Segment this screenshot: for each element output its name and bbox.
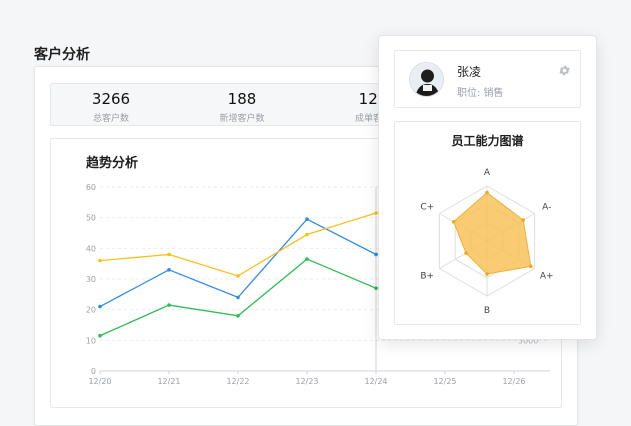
radar-point <box>521 218 525 222</box>
radar-axis-label: A+ <box>540 272 554 282</box>
radar-axis-label: B <box>484 306 490 316</box>
radar-point <box>529 264 533 269</box>
radar-point <box>451 219 456 224</box>
radar-axis-label: A <box>484 168 491 178</box>
radar-axis-label: A- <box>542 203 551 213</box>
radar-point <box>464 251 468 255</box>
radar-point <box>485 272 489 276</box>
radar-axis-label: C+ <box>420 203 434 213</box>
radar-point <box>485 190 489 195</box>
radar-axis-label: B+ <box>420 272 434 282</box>
radar-chart: A A- A+ B B+ C+ <box>420 168 554 316</box>
